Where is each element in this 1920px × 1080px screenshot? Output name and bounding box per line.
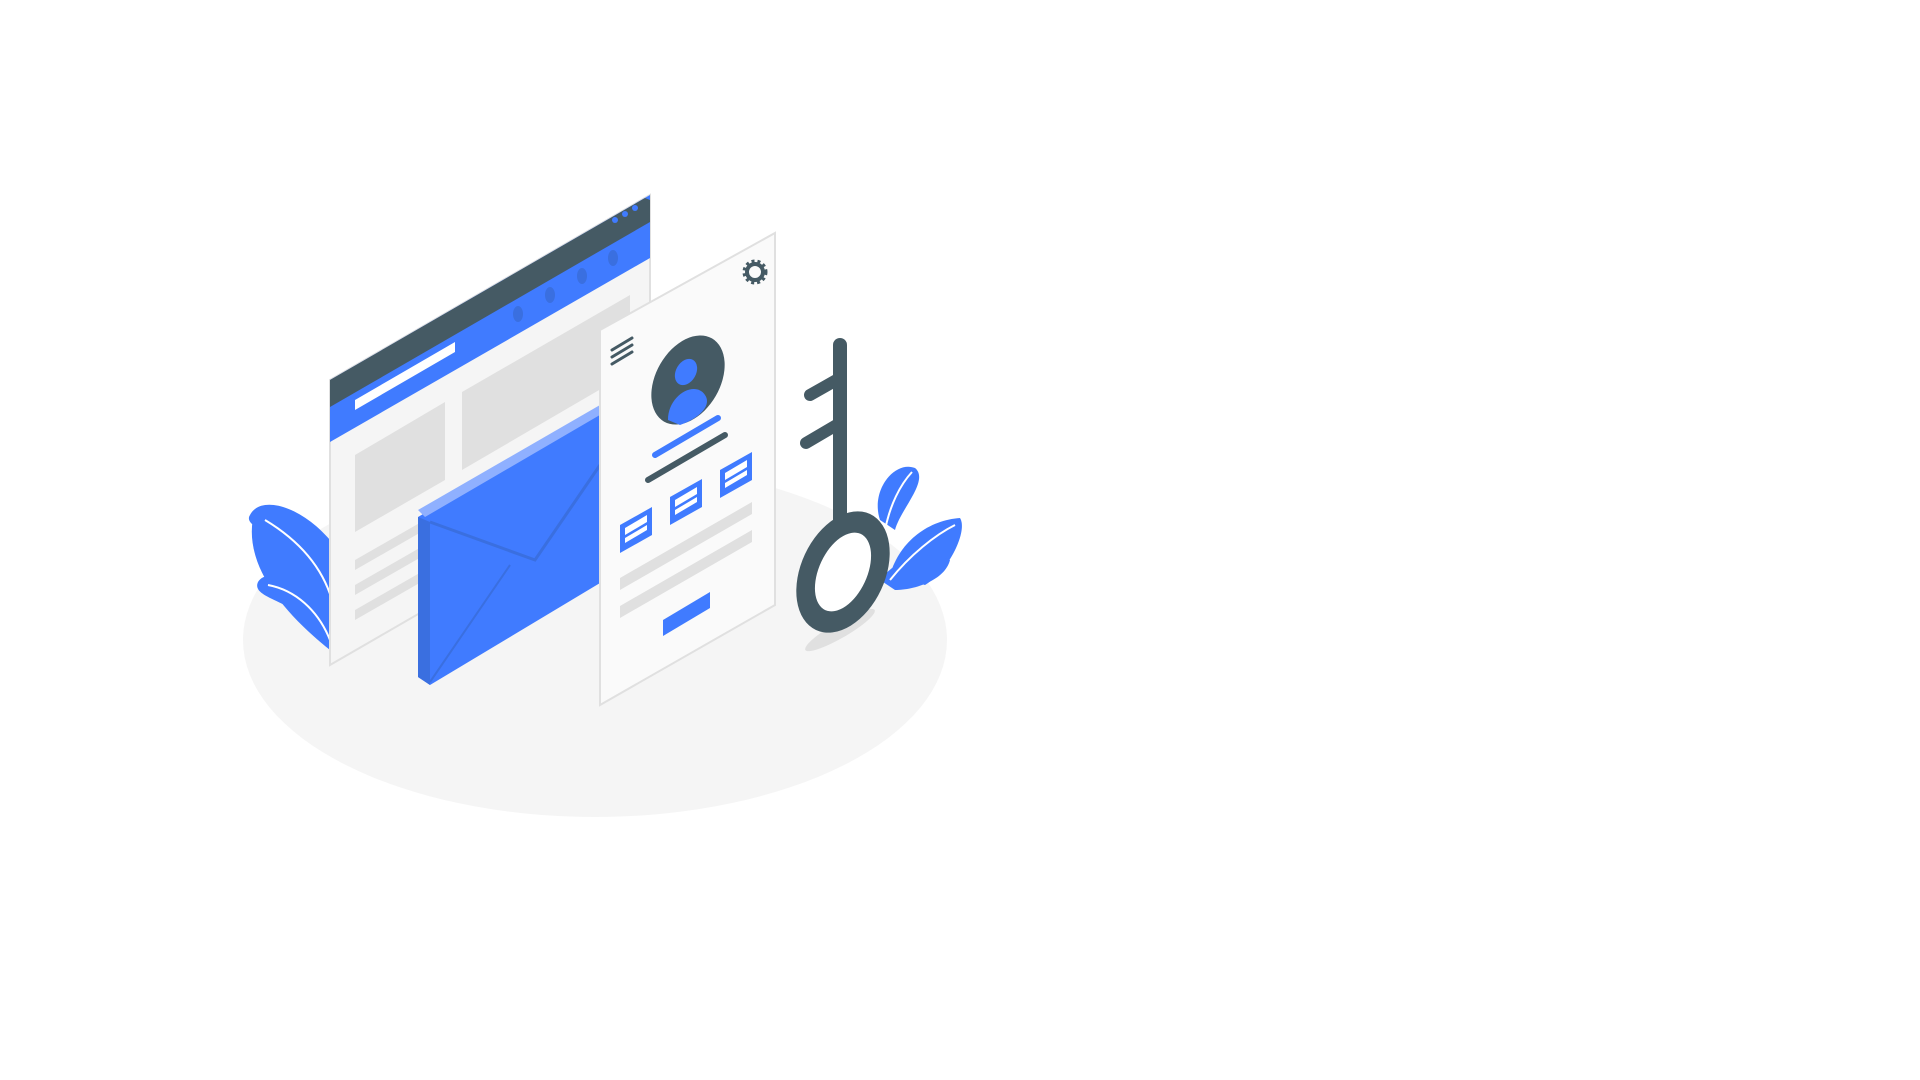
plant-right-icon (877, 466, 962, 590)
login-security-illustration (243, 193, 962, 817)
